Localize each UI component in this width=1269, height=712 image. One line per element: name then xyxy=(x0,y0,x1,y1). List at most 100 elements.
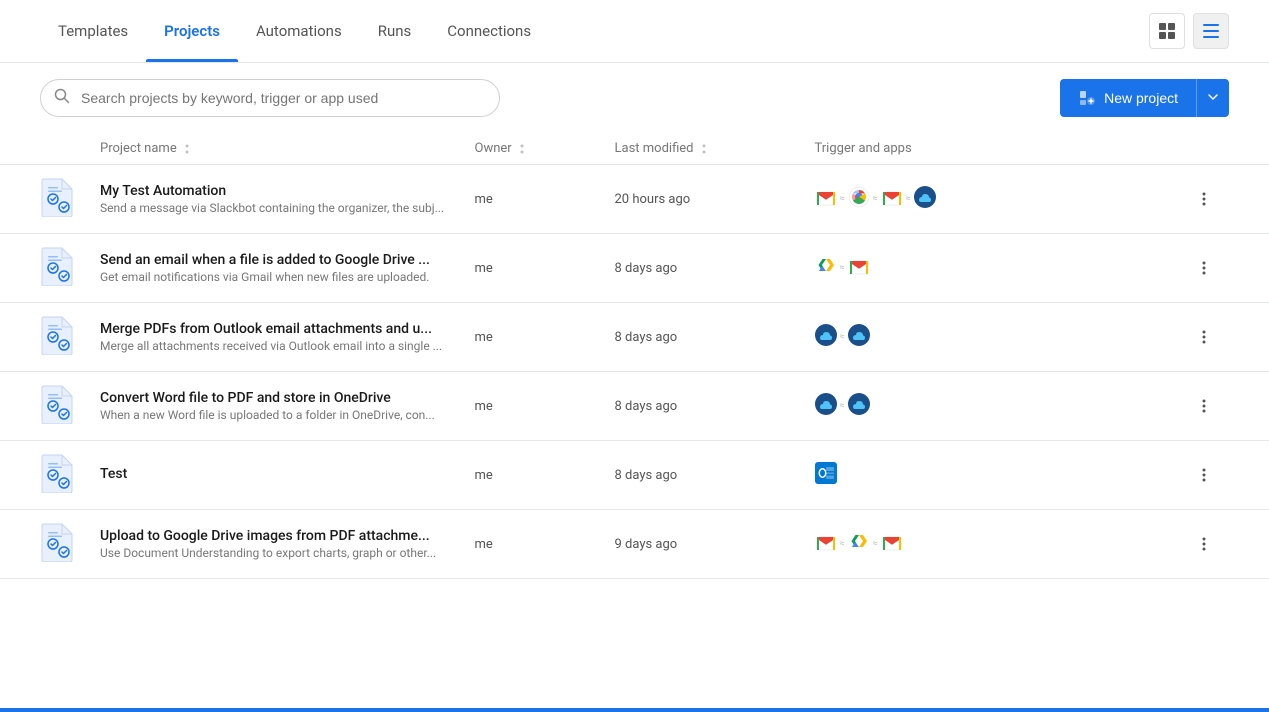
project-icon xyxy=(40,246,100,290)
project-desc: Get email notifications via Gmail when n… xyxy=(100,270,475,284)
project-icon xyxy=(40,177,100,221)
col-project-name: Project name xyxy=(100,141,475,156)
project-desc: Send a message via Slackbot containing t… xyxy=(100,201,475,215)
new-project-icon xyxy=(1078,89,1096,107)
app-icon-gmail xyxy=(848,255,870,281)
more-options-button[interactable] xyxy=(1189,253,1219,283)
project-icon xyxy=(40,453,100,497)
app-icon-chrome xyxy=(848,186,870,212)
connector-icon: ≈ xyxy=(840,332,845,342)
more-icon xyxy=(1195,328,1213,346)
nav-tabs: Templates Projects Automations Runs Conn… xyxy=(40,0,549,62)
app-icon-cloud2 xyxy=(848,324,870,350)
connector-icon: ≈ xyxy=(840,263,845,273)
more-options-button[interactable] xyxy=(1189,529,1219,559)
connector-icon: ≈ xyxy=(873,194,878,204)
more-icon xyxy=(1195,259,1213,277)
modified-cell: 8 days ago xyxy=(615,468,815,483)
project-name: Send an email when a file is added to Go… xyxy=(100,252,475,268)
col-owner: Owner xyxy=(475,141,615,156)
toolbar: New project xyxy=(0,63,1269,133)
connector-icon: ≈ xyxy=(840,539,845,549)
sort-modified-icon xyxy=(698,143,710,155)
more-options-button[interactable] xyxy=(1189,184,1219,214)
more-options-button[interactable] xyxy=(1189,460,1219,490)
apps-cell: ≈ xyxy=(815,255,1190,281)
apps-cell xyxy=(815,462,1190,488)
tab-templates[interactable]: Templates xyxy=(40,0,146,62)
modified-cell: 8 days ago xyxy=(615,261,815,276)
table-row[interactable]: Send an email when a file is added to Go… xyxy=(0,234,1269,303)
owner-cell: me xyxy=(475,537,615,552)
project-icon xyxy=(40,522,100,566)
project-list: My Test Automation Send a message via Sl… xyxy=(0,165,1269,579)
project-name: Merge PDFs from Outlook email attachment… xyxy=(100,321,475,337)
top-navigation: Templates Projects Automations Runs Conn… xyxy=(0,0,1269,63)
app-icon-cloud xyxy=(914,186,936,212)
owner-cell: me xyxy=(475,192,615,207)
app-icon-gdrive xyxy=(815,255,837,281)
app-icon-cloud xyxy=(815,393,837,419)
table-row[interactable]: Convert Word file to PDF and store in On… xyxy=(0,372,1269,441)
more-icon xyxy=(1195,397,1213,415)
more-icon xyxy=(1195,535,1213,553)
list-icon xyxy=(1202,22,1220,40)
project-desc: Merge all attachments received via Outlo… xyxy=(100,339,475,353)
owner-cell: me xyxy=(475,399,615,414)
table-row[interactable]: My Test Automation Send a message via Sl… xyxy=(0,165,1269,234)
project-info: Test xyxy=(100,466,475,484)
project-name: My Test Automation xyxy=(100,183,475,199)
search-icon xyxy=(54,88,70,108)
app-icon-gmail xyxy=(815,531,837,557)
project-name: Upload to Google Drive images from PDF a… xyxy=(100,528,475,544)
app-icon-cloud2 xyxy=(848,393,870,419)
app-icon-gmail xyxy=(815,186,837,212)
project-desc: Use Document Understanding to export cha… xyxy=(100,546,475,560)
connector-icon: ≈ xyxy=(906,194,911,204)
more-options-button[interactable] xyxy=(1189,322,1219,352)
project-info: Convert Word file to PDF and store in On… xyxy=(100,390,475,422)
col-trigger-apps: Trigger and apps xyxy=(815,141,1190,156)
tab-automations[interactable]: Automations xyxy=(238,0,360,62)
table-header: Project name Owner Last modified Trigger… xyxy=(0,133,1269,165)
table-row[interactable]: Test me 8 days ago xyxy=(0,441,1269,510)
modified-cell: 20 hours ago xyxy=(615,192,815,207)
bottom-bar xyxy=(0,708,1269,712)
list-view-button[interactable] xyxy=(1193,13,1229,49)
new-project-button[interactable]: New project xyxy=(1060,79,1196,117)
more-options-button[interactable] xyxy=(1189,391,1219,421)
apps-cell: ≈ xyxy=(815,393,1190,419)
project-name: Convert Word file to PDF and store in On… xyxy=(100,390,475,406)
grid-icon xyxy=(1158,22,1176,40)
tab-connections[interactable]: Connections xyxy=(429,0,549,62)
new-project-dropdown-button[interactable] xyxy=(1196,79,1229,117)
search-input[interactable] xyxy=(40,79,500,117)
project-info: Upload to Google Drive images from PDF a… xyxy=(100,528,475,560)
apps-cell: ≈ ≈ ≈ xyxy=(815,186,1190,212)
connector-icon: ≈ xyxy=(840,194,845,204)
tab-runs[interactable]: Runs xyxy=(360,0,430,62)
modified-cell: 8 days ago xyxy=(615,399,815,414)
owner-cell: me xyxy=(475,330,615,345)
app-icon-gdrive xyxy=(848,531,870,557)
table-row[interactable]: Merge PDFs from Outlook email attachment… xyxy=(0,303,1269,372)
owner-cell: me xyxy=(475,261,615,276)
modified-cell: 8 days ago xyxy=(615,330,815,345)
project-name: Test xyxy=(100,466,475,482)
app-icon-cloud xyxy=(815,324,837,350)
view-toggle xyxy=(1149,13,1229,49)
modified-cell: 9 days ago xyxy=(615,537,815,552)
apps-cell: ≈≈ xyxy=(815,531,1190,557)
app-icon-gmail2 xyxy=(881,531,903,557)
col-last-modified: Last modified xyxy=(615,141,815,156)
tab-projects[interactable]: Projects xyxy=(146,0,238,62)
new-project-group: New project xyxy=(1060,79,1229,117)
more-icon xyxy=(1195,466,1213,484)
project-info: Send an email when a file is added to Go… xyxy=(100,252,475,284)
table-row[interactable]: Upload to Google Drive images from PDF a… xyxy=(0,510,1269,579)
project-icon xyxy=(40,384,100,428)
search-wrap xyxy=(40,79,500,117)
grid-view-button[interactable] xyxy=(1149,13,1185,49)
app-icon-gmail2 xyxy=(881,186,903,212)
app-icon-outlook xyxy=(815,462,837,488)
